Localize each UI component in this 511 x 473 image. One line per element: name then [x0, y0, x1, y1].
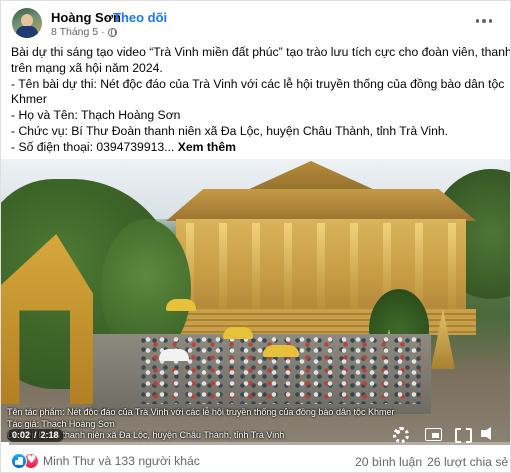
pagoda-column [349, 223, 358, 313]
video-progress-bar[interactable] [1, 442, 510, 445]
video-time: 0:02 / 2:18 [7, 429, 64, 442]
more-dot [482, 19, 486, 23]
post-footer: Minh Thư và 133 người khác 20 bình luận … [1, 449, 510, 472]
pagoda-roof [166, 189, 476, 221]
reactions-summary[interactable]: Minh Thư và 133 người khác [11, 453, 200, 469]
meta-separator: · [101, 26, 105, 38]
post-text-line: - Tên bài dự thi: Nét độc đáo của Trà Vi… [11, 76, 505, 91]
volume-icon[interactable] [478, 425, 498, 443]
more-dot [475, 19, 480, 23]
post-meta: 8 Tháng 5 · [51, 26, 117, 38]
globe-icon [107, 27, 117, 37]
pagoda-column [448, 223, 456, 313]
post-text-line: Khmer [11, 92, 47, 107]
like-icon [11, 453, 27, 469]
reactions-text: Minh Thư và 133 người khác [43, 454, 200, 468]
video-progress-fill [1, 442, 9, 445]
post-card: Hoàng Sơn · Theo dõi 8 Tháng 5 · Bài dự … [0, 0, 511, 473]
post-text-line: Bài dự thi sáng tạo video “Trà Vinh miền… [11, 45, 511, 59]
pagoda-column [284, 223, 293, 313]
post-date[interactable]: 8 Tháng 5 [51, 26, 98, 38]
more-dot [488, 19, 493, 23]
name-separator: · [105, 10, 110, 25]
shares-count[interactable]: 26 lượt chia sẻ [427, 455, 508, 469]
comments-count[interactable]: 20 bình luận [355, 455, 422, 469]
post-text-line: - Họ và Tên: Thạch Hoàng Sơn [11, 108, 181, 123]
caption-line: Tên tác phẩm: Nét độc đáo của Trà Vinh v… [7, 407, 395, 417]
yellow-umbrella [263, 345, 299, 357]
author-name[interactable]: Hoàng Sơn [51, 10, 121, 25]
pagoda-stairs [176, 309, 476, 335]
post-text-line: - Chức vụ: Bí Thư Đoàn thanh niên xã Đa … [11, 123, 449, 138]
follow-button[interactable]: Theo dõi [113, 10, 167, 25]
fullscreen-icon[interactable] [452, 425, 472, 443]
avatar[interactable] [12, 8, 42, 38]
post-header: Hoàng Sơn · Theo dõi 8 Tháng 5 · [1, 1, 510, 43]
avatar-body [16, 26, 38, 38]
white-umbrella [159, 349, 189, 361]
current-time: 0:02 [12, 430, 31, 440]
post-text-line: trên mạng xã hội năm 2024. [11, 60, 163, 75]
pagoda-column [218, 223, 227, 313]
see-more-link[interactable]: Xem thêm [178, 140, 236, 154]
yellow-umbrella [223, 327, 253, 339]
picture-in-picture-icon[interactable] [423, 425, 443, 443]
more-options-icon[interactable] [475, 14, 493, 28]
pagoda-column [317, 223, 325, 313]
gear-icon[interactable] [390, 425, 410, 443]
duration: 2:18 [40, 430, 59, 440]
pagoda-column [251, 223, 260, 313]
post-text-phone: - Số điện thoại: 0394739913... [11, 139, 175, 154]
yellow-umbrella [166, 299, 196, 311]
post-text-line-last: - Số điện thoại: 0394739913... Xem thêm [11, 140, 503, 156]
post-text: Bài dự thi sáng tạo video “Trà Vinh miền… [11, 45, 511, 156]
video-player[interactable]: Tên tác phẩm: Nét độc đáo của Trà Vinh v… [1, 159, 510, 445]
time-separator: / [34, 430, 37, 440]
